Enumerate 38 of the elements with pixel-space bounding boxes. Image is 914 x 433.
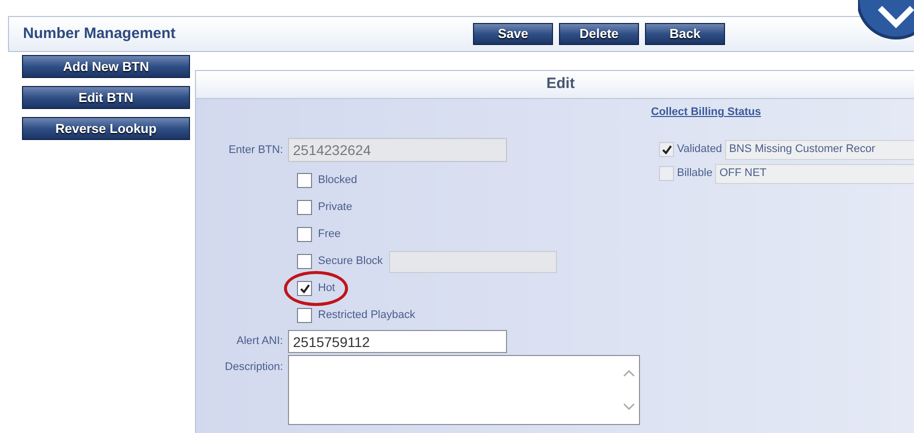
checkbox[interactable] xyxy=(659,166,674,181)
checkbox[interactable] xyxy=(297,308,312,323)
checkbox-label: Free xyxy=(318,227,341,242)
checkmark-icon xyxy=(660,144,672,156)
scroll-up-icon[interactable] xyxy=(623,369,635,377)
sidebar-button[interactable]: Edit BTN xyxy=(22,86,190,109)
field-label: Description: xyxy=(224,360,284,375)
billing-label: Validated xyxy=(677,142,722,158)
billing-status-link[interactable]: Collect Billing Status xyxy=(651,104,914,120)
billing-field: OFF NET xyxy=(715,164,914,184)
checkbox[interactable] xyxy=(297,254,312,269)
sidebar-button[interactable]: Add New BTN xyxy=(22,55,190,78)
billing-field: BNS Missing Customer Recor xyxy=(725,140,914,160)
checkbox[interactable] xyxy=(297,227,312,242)
checkbox-label: Blocked xyxy=(318,173,358,188)
field-label: Alert ANI: xyxy=(236,334,284,350)
btn-field[interactable]: 2514232624 xyxy=(288,138,507,162)
checkbox[interactable] xyxy=(297,200,312,215)
sidebar-button[interactable]: Reverse Lookup xyxy=(22,117,190,140)
alert-ani-field[interactable]: 2515759112 xyxy=(288,330,507,353)
description-field[interactable] xyxy=(288,355,640,425)
billing-label: Billable xyxy=(677,166,712,182)
page-title: Number Management xyxy=(23,24,177,44)
checkbox-label: Restricted Playback xyxy=(318,308,416,324)
secure-block-field[interactable] xyxy=(388,250,557,272)
checkbox[interactable] xyxy=(659,142,674,157)
checkbox-label: Hot xyxy=(318,281,336,296)
checkbox[interactable] xyxy=(297,173,312,188)
header-button[interactable]: Back xyxy=(645,23,725,45)
header-button[interactable]: Delete xyxy=(559,23,639,45)
checkmark-icon xyxy=(298,282,310,294)
checkbox-label: Private xyxy=(318,200,352,216)
checkbox-label: Secure Block xyxy=(318,254,383,270)
scroll-down-icon[interactable] xyxy=(623,403,635,411)
header-button[interactable]: Save xyxy=(473,23,553,45)
field-label: Enter BTN: xyxy=(228,142,284,158)
checkbox[interactable] xyxy=(297,281,312,296)
panel-title: Edit xyxy=(546,74,575,94)
